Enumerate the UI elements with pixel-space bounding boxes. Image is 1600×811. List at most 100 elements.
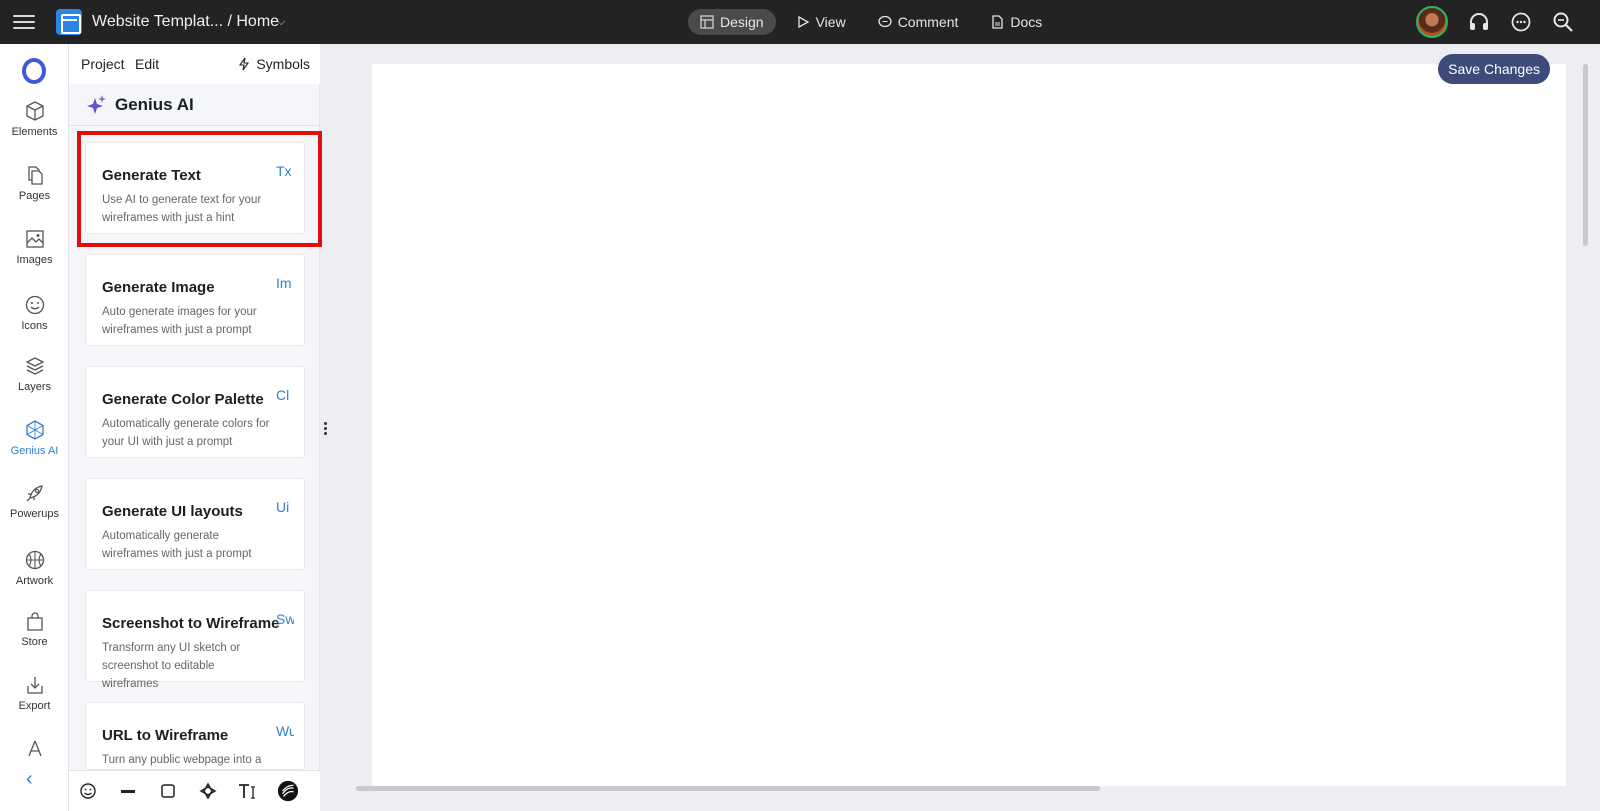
sidebar-item-images[interactable]: Images: [0, 228, 69, 266]
project-menu[interactable]: Project: [81, 56, 125, 72]
sidebar-item-store[interactable]: Store: [0, 610, 69, 648]
horizontal-scrollbar[interactable]: [356, 786, 1100, 791]
card-generate-ui-layouts[interactable]: Generate UI layouts Automatically genera…: [85, 478, 305, 570]
card-badge: Wu: [276, 723, 294, 739]
document-title[interactable]: Website Templat... / Home: [92, 13, 279, 31]
sidebar-item-label: Store: [21, 636, 48, 648]
left-navigation: Elements Pages Images Icons Layers Geniu…: [0, 44, 69, 811]
sidebar-item-pages[interactable]: Pages: [0, 164, 69, 202]
panel-toolbar: Project Edit Symbols: [69, 44, 320, 84]
basketball-icon: [25, 550, 44, 570]
smiley-icon: [25, 295, 44, 315]
sidebar-item-label: Pages: [18, 190, 51, 202]
card-url-to-wireframe[interactable]: URL to Wireframe Turn any public webpage…: [85, 702, 305, 770]
sidebar-item-label: Genius AI: [10, 445, 59, 457]
sidebar-item-label: Powerups: [10, 508, 59, 520]
bottom-toolbar: [69, 770, 320, 811]
panel-header: Genius AI: [69, 84, 320, 126]
sidebar-item-label: Export: [18, 700, 51, 712]
menu-icon[interactable]: [13, 12, 35, 32]
top-bar: Website Templat... / Home ⌵ Design View …: [0, 0, 1600, 44]
tab-docs-label: Docs: [1010, 14, 1043, 30]
sidebar-item-layers[interactable]: Layers: [0, 355, 69, 393]
more-vertical-icon[interactable]: [324, 422, 328, 436]
text-tool-icon[interactable]: [237, 780, 259, 802]
edit-menu[interactable]: Edit: [135, 56, 159, 72]
layers-icon: [25, 357, 44, 375]
card-title: Generate Color Palette: [102, 391, 264, 408]
chevron-down-icon[interactable]: ⌵: [277, 16, 285, 29]
zoom-icon[interactable]: [1552, 11, 1574, 33]
card-description: Automatically generate colors for your U…: [102, 418, 270, 448]
tab-comment[interactable]: Comment: [866, 9, 971, 35]
bag-icon: [26, 612, 43, 631]
card-screenshot-to-wireframe[interactable]: Screenshot to Wireframe Transform any UI…: [85, 590, 305, 690]
rectangle-tool-icon[interactable]: [157, 780, 179, 802]
headset-icon[interactable]: [1468, 11, 1490, 33]
sidebar-item-elements[interactable]: Elements: [0, 100, 69, 138]
mode-tabs: Design View Comment Docs: [688, 9, 1054, 35]
card-generate-color-palette[interactable]: Generate Color Palette Automatically gen…: [85, 366, 305, 458]
compass-icon: [27, 740, 42, 756]
sparkle-icon: [87, 95, 106, 114]
document-icon: [992, 15, 1004, 29]
card-badge: Ui: [276, 499, 290, 515]
card-description: Turn any public webpage into a: [102, 754, 262, 766]
bolt-icon: [239, 57, 250, 71]
sidebar-item-powerups[interactable]: Powerups: [0, 482, 69, 520]
emoji-tool-icon[interactable]: [77, 780, 99, 802]
play-icon: [797, 15, 809, 29]
tab-view[interactable]: View: [784, 9, 858, 35]
tab-design-label: Design: [720, 14, 764, 30]
genius-icon: [25, 420, 44, 440]
selection-highlight: [77, 131, 322, 247]
card-title: Screenshot to Wireframe: [102, 615, 280, 632]
avatar[interactable]: [1416, 6, 1448, 38]
sidebar-item-label: Artwork: [15, 575, 54, 587]
card-title: URL to Wireframe: [102, 727, 229, 744]
card-title: Generate UI layouts: [102, 503, 243, 520]
cube-icon: [25, 101, 44, 121]
symbols-button[interactable]: Symbols: [238, 56, 310, 72]
card-description: Automatically generate wireframes with j…: [102, 530, 252, 560]
card-title: Generate Image: [102, 279, 215, 296]
vertical-scrollbar[interactable]: [1583, 64, 1588, 246]
save-changes-button[interactable]: Save Changes: [1438, 54, 1550, 84]
chat-icon[interactable]: [1510, 11, 1532, 33]
card-generate-image[interactable]: Generate Image Auto generate images for …: [85, 254, 305, 346]
card-badge: Cl: [276, 387, 290, 403]
sidebar-item-label: Layers: [17, 381, 52, 393]
app-logo-icon[interactable]: [56, 9, 82, 35]
sidebar-item-more[interactable]: [0, 740, 69, 760]
tab-docs[interactable]: Docs: [978, 9, 1054, 35]
card-description: Transform any UI sketch or screenshot to…: [102, 642, 241, 690]
sidebar-item-icons[interactable]: Icons: [0, 294, 69, 332]
sidebar-item-label: Images: [16, 254, 53, 266]
layout-icon: [700, 15, 714, 29]
download-icon: [26, 677, 43, 694]
sidebar-item-label: Elements: [11, 126, 58, 138]
canvas-area[interactable]: Save Changes: [330, 44, 1600, 811]
tab-comment-label: Comment: [897, 14, 959, 30]
card-description: Auto generate images for your wireframes…: [102, 306, 257, 336]
brand-tool-icon[interactable]: [277, 780, 299, 802]
tab-design[interactable]: Design: [688, 9, 776, 35]
card-badge: Im: [276, 275, 292, 291]
symbols-label: Symbols: [256, 56, 310, 72]
sidebar-item-artwork[interactable]: Artwork: [0, 549, 69, 587]
tab-view-label: View: [815, 14, 846, 30]
comment-icon: [878, 15, 892, 28]
brand-logo-icon[interactable]: [22, 58, 46, 84]
sidebar-item-genius-ai[interactable]: Genius AI: [0, 419, 69, 457]
collapse-chevron-icon[interactable]: ‹: [26, 768, 33, 791]
line-tool-icon[interactable]: [117, 780, 139, 802]
panel-title: Genius AI: [115, 95, 194, 114]
artboard[interactable]: [372, 64, 1566, 786]
card-badge: Sw: [276, 611, 294, 627]
top-right-tools: [1416, 6, 1574, 38]
pages-icon: [27, 166, 43, 185]
image-icon: [25, 230, 44, 248]
sidebar-item-label: Icons: [21, 320, 48, 332]
sidebar-item-export[interactable]: Export: [0, 674, 69, 712]
move-tool-icon[interactable]: [197, 780, 219, 802]
